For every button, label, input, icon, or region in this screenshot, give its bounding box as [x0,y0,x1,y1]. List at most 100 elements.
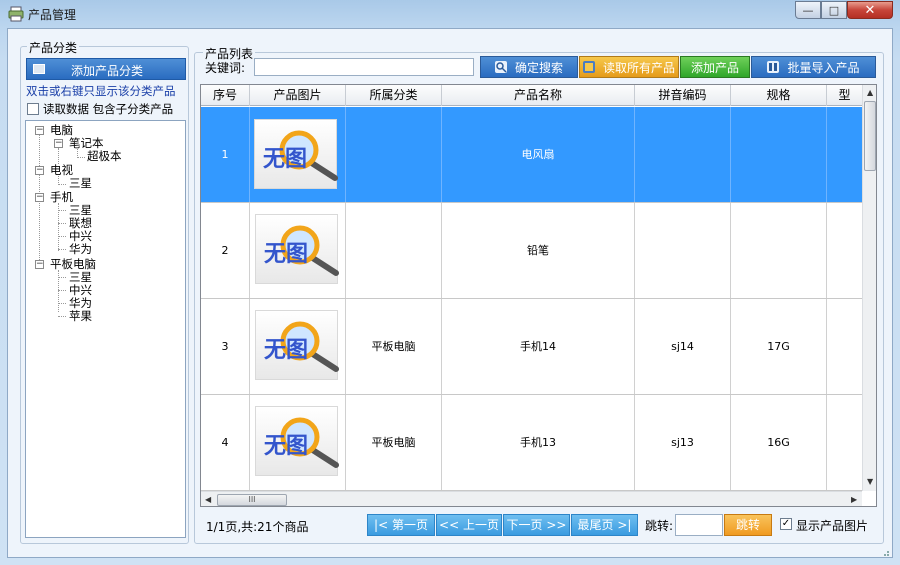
tree-toggle[interactable]: − [35,193,44,202]
minimize-button[interactable]: — [795,1,821,19]
model-cell[interactable] [827,299,862,394]
pinyin-cell[interactable]: sj13 [635,395,731,490]
spec-cell[interactable] [731,107,827,202]
search-button[interactable]: 确定搜索 [480,56,578,78]
tree-node[interactable]: 华为 [69,243,92,256]
tree-toggle[interactable]: − [35,166,44,175]
table-row[interactable]: 2 无图 铅笔 [201,203,862,299]
read-all-button[interactable]: 读取所有产品 [579,56,679,78]
no-image-placeholder: 无图 [255,406,339,476]
column-header[interactable]: 型 [827,85,862,106]
next-page-button[interactable]: 下一页 >> [503,514,570,536]
name-cell[interactable]: 铅笔 [442,203,635,298]
search-button-label: 确定搜索 [514,60,563,75]
tree-line [58,249,66,250]
table-row[interactable]: 3 无图 平板电脑 手机14 sj14 17G [201,299,862,395]
model-cell[interactable] [827,395,862,490]
jump-page-input[interactable] [675,514,723,536]
category-cell[interactable]: 平板电脑 [346,395,442,490]
category-cell[interactable] [346,203,442,298]
horizontal-scroll-thumb[interactable]: III [217,494,287,506]
spec-cell[interactable] [731,203,827,298]
model-cell[interactable] [827,203,862,298]
model-cell[interactable] [827,107,862,202]
no-cell[interactable]: 3 [201,299,250,394]
last-page-button[interactable]: 最尾页 >| [571,514,638,536]
category-group-label: 产品分类 [27,39,80,56]
category-cell[interactable]: 平板电脑 [346,299,442,394]
close-button[interactable]: ✕ [847,1,893,19]
pinyin-cell[interactable]: sj14 [635,299,731,394]
scroll-up-icon[interactable]: ▲ [867,88,873,97]
magnifier-icon: 无图 [264,417,339,468]
jump-button[interactable]: 跳转 [724,514,772,536]
add-category-button[interactable]: 添加产品分类 [26,58,186,80]
spec-cell[interactable]: 16G [731,395,827,490]
column-header[interactable]: 拼音编码 [635,85,731,106]
column-header[interactable]: 序号 [201,85,250,106]
maximize-button[interactable]: □ [821,1,847,19]
title-bar[interactable]: 产品管理 [0,0,900,28]
table-row[interactable]: 1 无图 电风扇 [201,107,862,203]
tree-node[interactable]: 三星 [69,177,92,190]
name-cell[interactable]: 手机13 [442,395,635,490]
printer-icon [8,6,24,22]
jump-label: 跳转: [645,519,674,533]
tree-line [58,148,59,164]
pinyin-cell[interactable] [635,203,731,298]
product-image-cell[interactable]: 无图 [250,107,346,202]
category-cell[interactable] [346,107,442,202]
spec-cell[interactable]: 17G [731,299,827,394]
include-subcategories-checkbox[interactable] [27,103,39,115]
window-title: 产品管理 [28,8,77,22]
tree-line [58,277,66,278]
magnifier-icon: 无图 [264,321,339,372]
add-product-button[interactable]: 添加产品 [680,56,750,78]
show-images-checkbox[interactable]: ✓ [780,518,792,530]
first-page-button[interactable]: |< 第一页 [367,514,435,536]
vertical-scroll-thumb[interactable] [864,101,876,171]
tree-line [58,303,66,304]
vertical-scrollbar[interactable]: ▲ ▼ [862,85,876,491]
tree-line [77,157,85,158]
category-tree[interactable]: − 电脑 − 笔记本 超极本 − 电视 三星 − 手机 三星 联想 中兴 华为 … [25,120,186,538]
product-image-cell[interactable]: 无图 [250,299,346,394]
scroll-right-icon[interactable]: ▶ [851,495,857,504]
no-cell[interactable]: 4 [201,395,250,490]
column-header[interactable]: 所属分类 [346,85,442,106]
table-row[interactable]: 4 无图 平板电脑 手机13 sj13 16G [201,395,862,491]
product-image-cell[interactable]: 无图 [250,203,346,298]
add-category-label: 添加产品分类 [70,64,143,78]
horizontal-scrollbar[interactable]: ◀ III ▶ [201,491,862,506]
column-header[interactable]: 产品图片 [250,85,346,106]
scroll-down-icon[interactable]: ▼ [867,477,873,486]
tree-toggle[interactable]: − [54,139,63,148]
scroll-left-icon[interactable]: ◀ [205,495,211,504]
product-grid[interactable]: 序号 产品图片 所属分类 产品名称 拼音编码 规格 型 1 无图 电风扇 2 无图 铅笔 3… [200,84,877,507]
tree-line [58,316,66,317]
tree-toggle[interactable]: − [35,126,44,135]
product-image-cell[interactable]: 无图 [250,395,346,490]
column-header[interactable]: 产品名称 [442,85,635,106]
tree-toggle[interactable]: − [35,260,44,269]
no-image-text: 无图 [264,338,308,363]
no-cell[interactable]: 2 [201,203,250,298]
name-cell[interactable]: 电风扇 [442,107,635,202]
batch-import-button[interactable]: 批量导入产品 [751,56,876,78]
prev-page-button[interactable]: << 上一页 [436,514,502,536]
keyword-input[interactable] [254,58,474,76]
pinyin-cell[interactable] [635,107,731,202]
add-product-label: 添加产品 [690,60,739,75]
column-header[interactable]: 规格 [731,85,827,106]
no-image-text: 无图 [264,242,308,267]
tree-line [58,290,66,291]
no-cell[interactable]: 1 [201,107,250,202]
magnifier-icon: 无图 [264,225,339,276]
resize-grip-icon[interactable] [880,547,890,557]
page-info: 1/1页,共:21个商品 [206,520,309,534]
tree-line [58,223,66,224]
name-cell[interactable]: 手机14 [442,299,635,394]
no-image-placeholder: 无图 [254,119,338,189]
tree-node[interactable]: 苹果 [69,310,92,323]
tree-node[interactable]: 超极本 [87,150,122,163]
